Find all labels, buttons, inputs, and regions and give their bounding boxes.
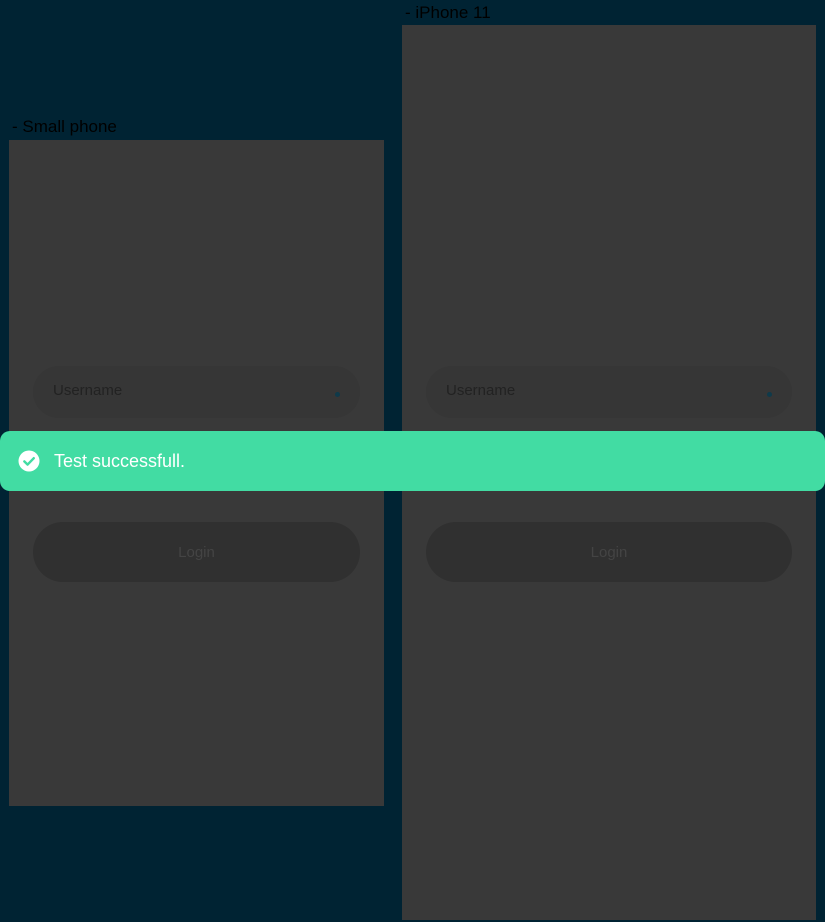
username-field[interactable]: Username <box>426 366 792 418</box>
login-button-label: Login <box>590 543 628 561</box>
check-circle-icon <box>17 449 41 473</box>
field-indicator-dot <box>335 392 340 397</box>
username-label: Username <box>53 382 123 399</box>
success-toast[interactable]: Test successfull. <box>0 431 825 491</box>
username-label: Username <box>446 382 516 399</box>
login-button-label: Login <box>178 543 215 561</box>
toast-message: Test successfull. <box>54 451 186 471</box>
preview-canvas: { "devices": [ { "label": "- Small phone… <box>0 0 825 922</box>
username-field[interactable]: Username <box>33 366 360 418</box>
iphone-11-label: - iPhone 11 <box>405 3 491 22</box>
login-button[interactable]: Login <box>426 522 792 582</box>
login-button[interactable]: Login <box>33 522 360 582</box>
small-phone-label: - Small phone <box>12 117 117 136</box>
field-indicator-dot <box>767 392 772 397</box>
